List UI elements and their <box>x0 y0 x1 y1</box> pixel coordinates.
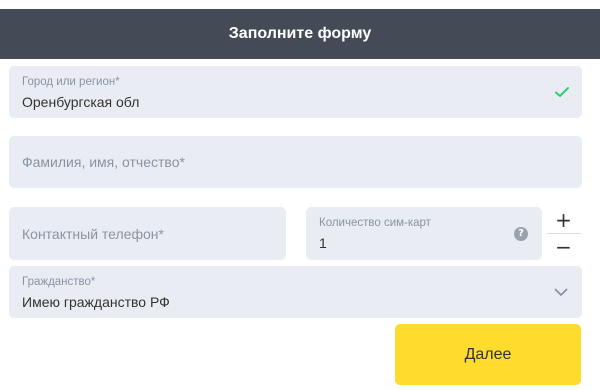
citizenship-value: Имею гражданство РФ <box>22 294 170 310</box>
question-icon[interactable]: ? <box>514 227 528 241</box>
phone-field[interactable]: Контактный телефон* <box>9 207 286 260</box>
city-value: Оренбургская обл <box>22 94 140 110</box>
form-header: Заполните форму <box>0 9 600 59</box>
fio-placeholder: Фамилия, имя, отчество* <box>22 154 185 170</box>
sim-count-stepper: + − <box>545 207 582 260</box>
decrement-button[interactable]: − <box>545 234 582 260</box>
sim-count-value: 1 <box>319 235 327 251</box>
next-button[interactable]: Далее <box>395 324 581 385</box>
city-label: Город или регион* <box>22 76 120 88</box>
sim-count-label: Количество сим-карт <box>319 217 431 229</box>
citizenship-label: Гражданство* <box>22 276 96 288</box>
increment-button[interactable]: + <box>545 207 582 233</box>
fio-field[interactable]: Фамилия, имя, отчество* <box>9 136 582 188</box>
citizenship-select[interactable]: Гражданство* Имею гражданство РФ <box>9 266 582 318</box>
chevron-down-icon[interactable] <box>554 288 568 297</box>
phone-placeholder: Контактный телефон* <box>22 225 164 242</box>
check-icon <box>555 87 569 97</box>
sim-count-field[interactable]: Количество сим-карт 1 ? <box>306 207 542 260</box>
city-field[interactable]: Город или регион* Оренбургская обл <box>9 66 582 118</box>
form-title: Заполните форму <box>228 25 372 42</box>
